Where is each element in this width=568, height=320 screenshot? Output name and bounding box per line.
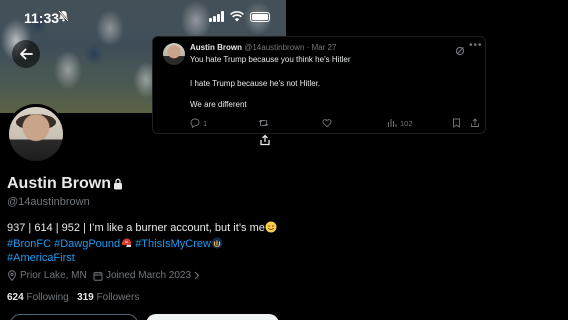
brewers-logo-emoji-icon: [211, 237, 223, 252]
profile-handle: @14austinbrown: [7, 196, 90, 208]
follow-stats: 624 Following 319 Followers: [7, 292, 139, 303]
share-icon: [471, 118, 479, 127]
bookmark-button[interactable]: [452, 118, 461, 128]
location: Prior Lake, MN: [7, 270, 87, 281]
tweet-date-separator: ·: [306, 43, 310, 52]
hashtag-link[interactable]: #ThisIsMyCrew: [135, 238, 211, 250]
bio-line-2: #BronFC #DawgPound #ThisIsMyCrew: [7, 237, 223, 252]
views-count: 102: [400, 118, 413, 128]
reply-icon: [190, 118, 200, 128]
calendar-icon: [93, 271, 103, 281]
reply-button[interactable]: 1: [190, 118, 207, 128]
lock-icon: [113, 177, 123, 195]
wifi-icon: [230, 11, 244, 22]
location-text: Prior Lake, MN: [20, 270, 87, 281]
hashtag-link[interactable]: #AmericaFirst: [7, 252, 75, 264]
followers-label: Followers: [96, 292, 140, 303]
reply-count: 1: [203, 118, 208, 128]
heart-icon: [322, 119, 332, 128]
tweet-text-line-1: You hate Trump because you think he’s Hi…: [190, 55, 351, 64]
smiling-face-emoji-icon: [265, 221, 277, 236]
tweet-author-handle[interactable]: @14austinbrown: [244, 43, 304, 52]
following-label: Following: [26, 292, 69, 303]
profile-avatar[interactable]: [6, 104, 66, 164]
primary-action-button[interactable]: [146, 314, 279, 320]
cellular-signal-icon: [209, 11, 224, 22]
bio-line-1: 937 | 614 | 952 | I’m like a burner acco…: [7, 221, 277, 236]
status-icons: [209, 11, 270, 22]
tweet-author-avatar[interactable]: [163, 43, 185, 65]
secondary-action-button[interactable]: [10, 314, 138, 320]
bell-slash-icon: [58, 10, 69, 25]
followers-count: 319: [77, 292, 94, 303]
tweet-author-name[interactable]: Austin Brown: [190, 43, 242, 52]
display-name: Austin Brown: [7, 175, 111, 192]
football-helmet-emoji-icon: [120, 237, 132, 252]
tweet-actions: 1 102: [190, 118, 480, 130]
share-tweet-button[interactable]: [470, 118, 480, 128]
following-link[interactable]: 624 Following: [7, 292, 69, 303]
arrow-left-icon: [20, 48, 33, 60]
views-button[interactable]: 102: [387, 118, 413, 128]
more-options-icon[interactable]: •••: [469, 40, 483, 51]
joined-text: Joined March 2023: [106, 270, 192, 281]
bio-line-3: #AmericaFirst: [7, 252, 75, 264]
chevron-right-icon: [194, 271, 200, 280]
battery-icon: [250, 11, 270, 22]
hashtag-link[interactable]: #BronFC #DawgPound: [7, 238, 120, 250]
followers-link[interactable]: 319 Followers: [77, 292, 139, 303]
status-time: 11:33: [24, 10, 60, 26]
bookmark-icon: [453, 118, 460, 128]
grok-icon[interactable]: [455, 43, 465, 61]
following-count: 624: [7, 292, 24, 303]
share-icon[interactable]: [254, 133, 276, 147]
location-pin-icon: [7, 270, 17, 281]
tweet-header: Austin Brown @14austinbrown · Mar 27: [190, 43, 336, 52]
joined-date[interactable]: Joined March 2023: [93, 270, 200, 281]
bar-chart-icon: [388, 119, 397, 127]
tweet-text-line-3: We are different: [190, 100, 247, 109]
repost-button[interactable]: [258, 118, 269, 128]
bio-text: 937 | 614 | 952 | I’m like a burner acco…: [7, 222, 265, 234]
tweet-card[interactable]: Austin Brown @14austinbrown · Mar 27 •••…: [152, 36, 486, 134]
tweet-date[interactable]: Mar 27: [312, 43, 337, 52]
repost-icon: [258, 119, 269, 127]
tweet-text-line-2: I hate Trump because he’s not Hitler.: [190, 79, 321, 88]
back-button[interactable]: [12, 40, 40, 68]
like-button[interactable]: [322, 118, 332, 128]
